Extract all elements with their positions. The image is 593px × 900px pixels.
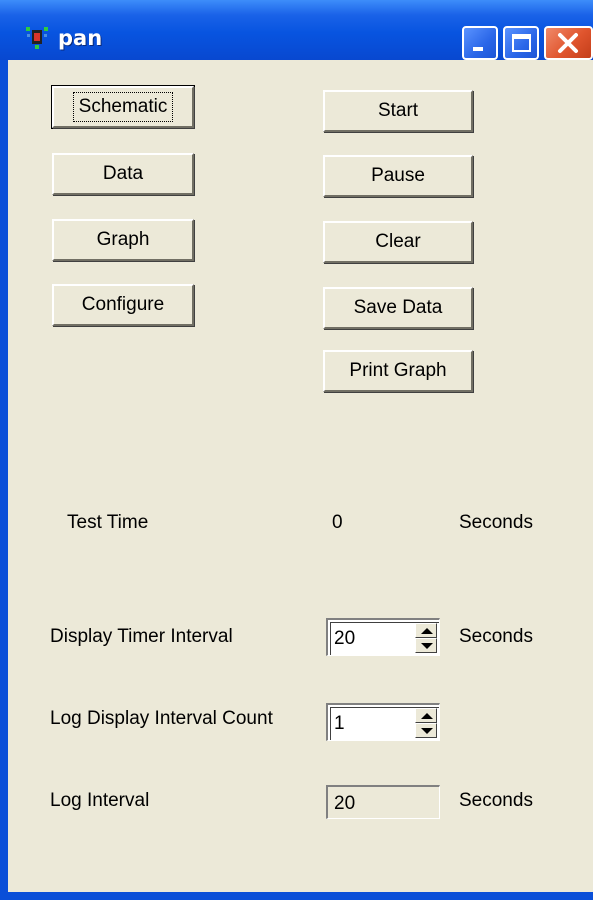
minimize-button[interactable] — [462, 26, 498, 60]
test-time-label: Test Time — [67, 512, 149, 533]
title-bar[interactable]: pan — [0, 0, 593, 60]
test-time-value: 0 — [332, 512, 343, 533]
data-button[interactable]: Data — [52, 153, 194, 195]
schematic-button[interactable]: Schematic — [52, 86, 194, 128]
clear-button[interactable]: Clear — [323, 221, 473, 263]
log-interval-field: 20 — [326, 785, 440, 819]
display-timer-interval-unit: Seconds — [459, 626, 533, 647]
close-button[interactable] — [544, 26, 593, 60]
maximize-button[interactable] — [503, 26, 539, 60]
log-interval-label: Log Interval — [50, 790, 150, 811]
arrow-up-icon — [421, 713, 433, 719]
test-time-unit: Seconds — [459, 512, 533, 533]
log-interval-unit: Seconds — [459, 790, 533, 811]
data-button-label: Data — [102, 163, 144, 184]
app-icon — [24, 24, 50, 50]
display-timer-spin-buttons[interactable] — [415, 623, 437, 653]
log-display-interval-count-label: Log Display Interval Count — [50, 708, 273, 729]
close-icon — [558, 33, 578, 53]
save-data-button-label: Save Data — [353, 297, 443, 318]
start-button[interactable]: Start — [323, 90, 473, 132]
minimize-icon — [473, 47, 483, 51]
print-graph-button[interactable]: Print Graph — [323, 350, 473, 392]
log-display-interval-count-value: 1 — [334, 713, 345, 734]
start-button-label: Start — [377, 100, 419, 121]
print-graph-button-label: Print Graph — [349, 360, 447, 381]
display-timer-interval-spinner[interactable]: 20 — [326, 618, 440, 656]
arrow-down-icon — [421, 728, 433, 734]
log-display-count-up-button[interactable] — [415, 708, 437, 723]
save-data-button[interactable]: Save Data — [323, 287, 473, 329]
configure-button[interactable]: Configure — [52, 284, 194, 326]
client-area: Schematic Data Graph Configure Start Pau… — [8, 60, 593, 892]
configure-button-label: Configure — [81, 294, 165, 315]
maximize-icon — [512, 34, 531, 52]
app-window: pan Schematic Data Graph Configure Start… — [0, 0, 593, 900]
log-interval-value: 20 — [334, 793, 356, 814]
window-title: pan — [58, 26, 103, 50]
graph-button-label: Graph — [96, 229, 150, 250]
clear-button-label: Clear — [375, 231, 421, 252]
arrow-up-icon — [421, 628, 433, 634]
pause-button-label: Pause — [371, 165, 425, 186]
log-display-interval-count-spinner[interactable]: 1 — [326, 703, 440, 741]
log-display-count-spin-buttons[interactable] — [415, 708, 437, 738]
log-display-count-down-button[interactable] — [415, 723, 437, 738]
graph-button[interactable]: Graph — [52, 219, 194, 261]
pause-button[interactable]: Pause — [323, 155, 473, 197]
display-timer-interval-value: 20 — [334, 628, 356, 649]
display-timer-up-button[interactable] — [415, 623, 437, 638]
display-timer-down-button[interactable] — [415, 638, 437, 653]
schematic-button-label: Schematic — [72, 92, 174, 122]
arrow-down-icon — [421, 643, 433, 649]
display-timer-interval-label: Display Timer Interval — [50, 626, 233, 647]
